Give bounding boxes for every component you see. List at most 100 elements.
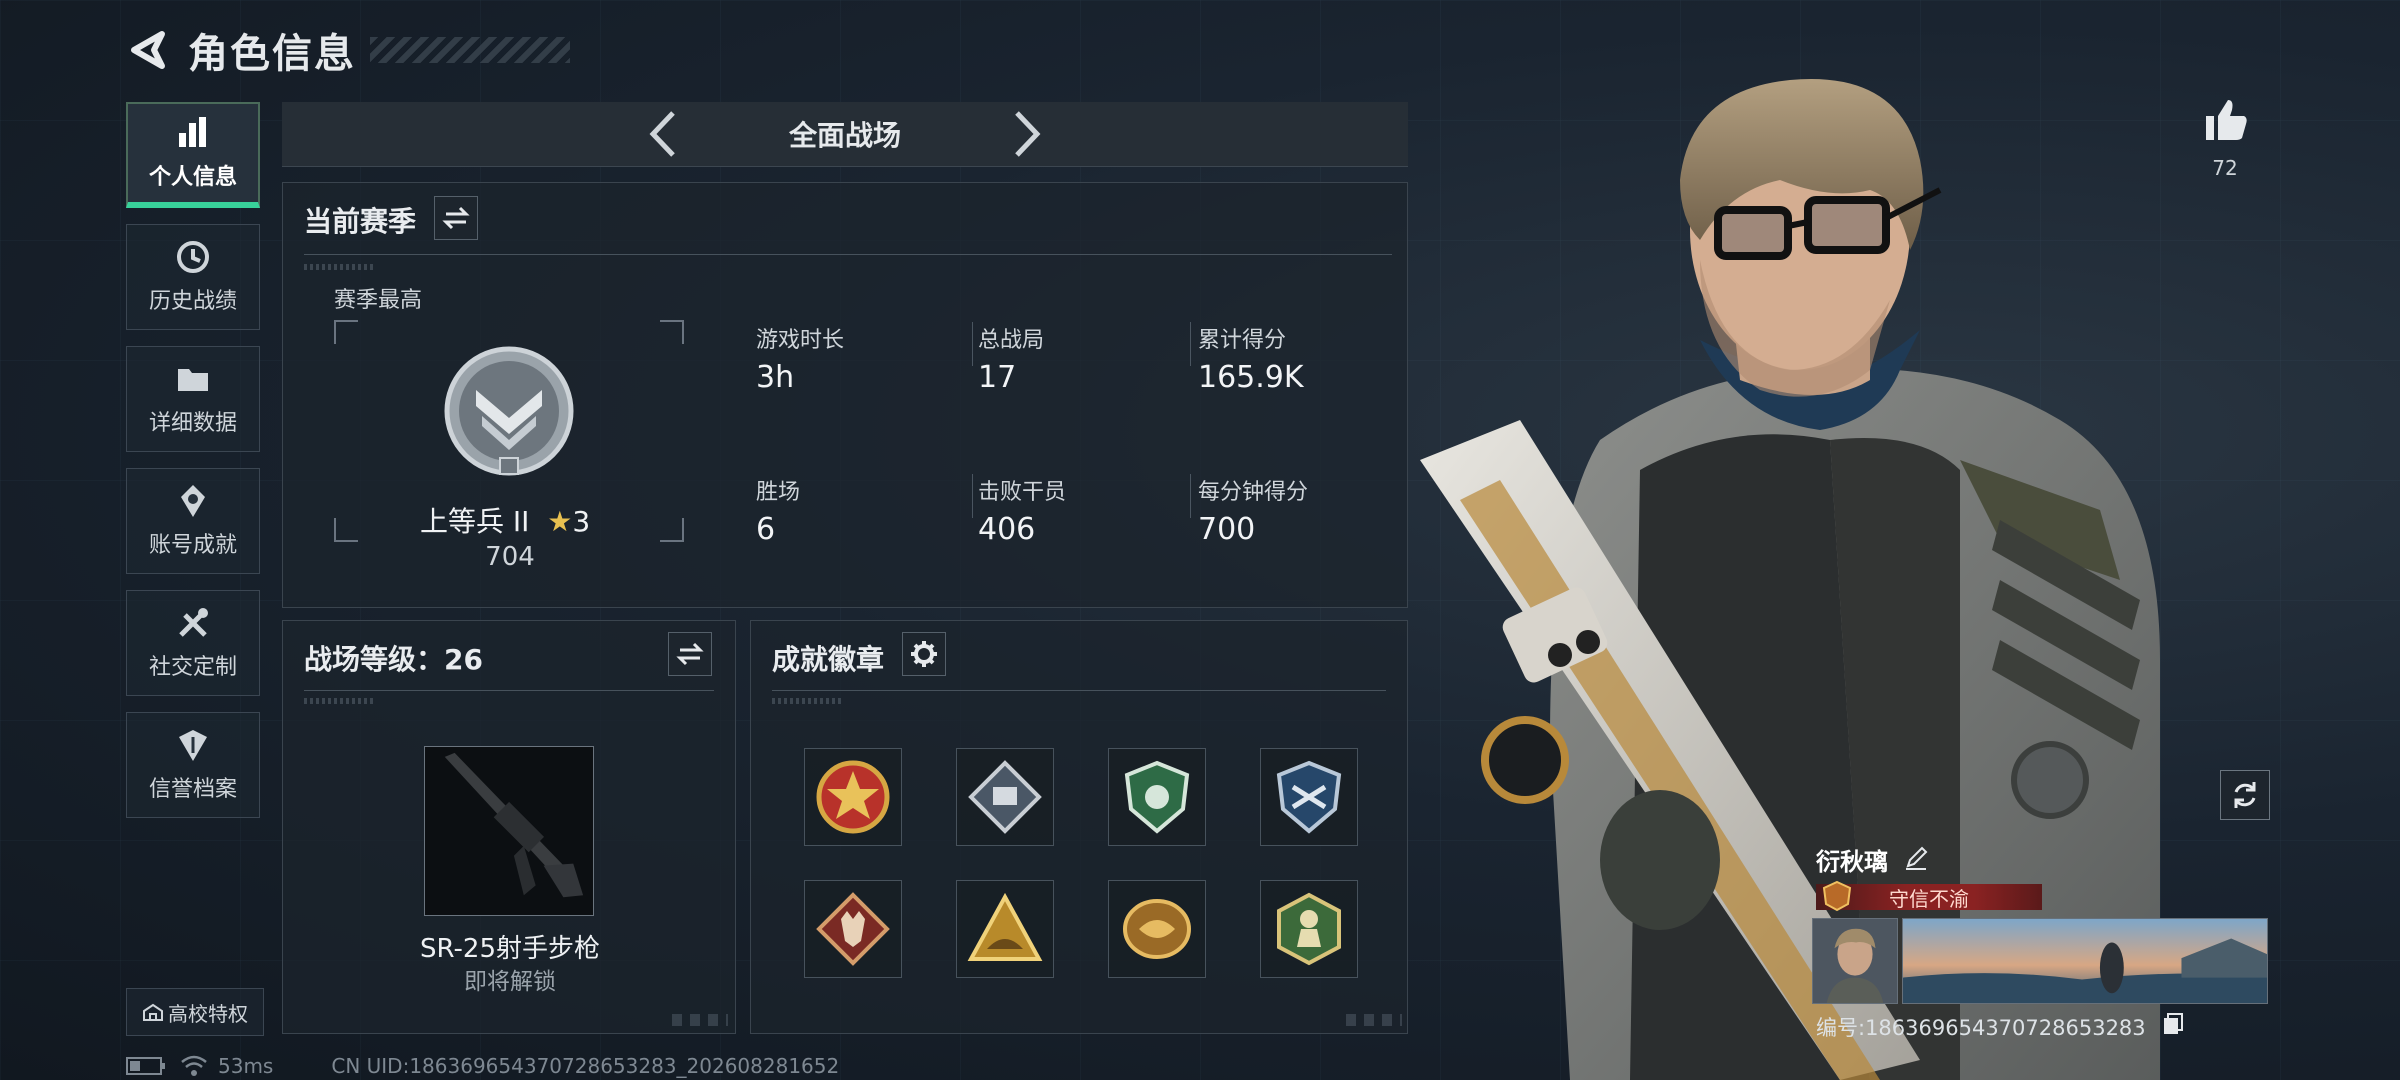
campus-icon [143,1003,163,1021]
player-banner[interactable] [1902,918,2268,1004]
dash-decoration [772,698,842,704]
rank-score: 704 [485,542,535,572]
stat-value: 17 [978,360,1017,395]
refresh-icon [2234,782,2256,808]
achievements-title: 成就徽章 [772,643,885,676]
tag-emblem-icon [1822,880,1852,912]
avatar[interactable] [1812,918,1898,1004]
tools-icon [179,608,208,637]
sidebar-item-achievements[interactable]: 账号成就 [126,468,260,574]
gear-icon [911,641,937,667]
sidebar-item-label: 个人信息 [148,165,237,190]
weapon-status: 即将解锁 [464,969,556,995]
sidebar-item-social[interactable]: 社交定制 [126,590,260,696]
gold-beast-icon [1123,899,1191,959]
medal-triangle[interactable] [956,880,1054,978]
rank-name: 上等兵 II ★3 [420,500,590,540]
chevron-right-icon[interactable] [1011,109,1045,159]
swap-icon [442,206,470,230]
star-medal-icon [816,760,890,834]
battle-level-title: 战场等级：26 [304,643,483,676]
stat-value: 700 [1198,512,1256,547]
achievements-settings-button[interactable] [902,632,946,676]
stat-value: 406 [978,512,1036,547]
thumbs-up-icon [2206,100,2247,140]
stat-label: 累计得分 [1198,328,1287,353]
stat-label: 击败干员 [978,480,1067,505]
stat-label: 胜场 [756,480,801,505]
page-title: 角色信息 [188,31,356,77]
sidebar-item-details[interactable]: 详细数据 [126,346,260,452]
edit-icon[interactable] [1904,846,1928,870]
title-decoration [370,37,570,63]
back-arrow-icon[interactable] [126,28,170,72]
weapon-image[interactable] [424,746,594,916]
stat-separator [972,474,973,518]
season-swap-button[interactable] [434,196,478,240]
sidebar-item-history[interactable]: 历史战绩 [126,224,260,330]
season-best-label: 赛季最高 [334,288,423,313]
wifi-icon [181,1055,207,1076]
status-bar: 53ms CN UID:18636965437072865328​3_20260… [126,1054,839,1078]
sidebar-item-label: 历史战绩 [148,289,237,314]
campus-privilege-button[interactable]: 高校特权 [126,988,264,1036]
sidebar-item-label: 社交定制 [148,655,237,680]
mode-selector: 全面战场 [282,102,1408,167]
mode-title: 全面战场 [788,119,901,152]
sidebar-item-credit[interactable]: 信誉档案 [126,712,260,818]
green-shield-icon [1124,760,1190,834]
refresh-button[interactable] [2220,770,2270,820]
medal-gold-beast[interactable] [1108,880,1206,978]
sidebar-item-label: 信誉档案 [148,777,237,802]
wolf-medal-icon [816,892,890,966]
ping-value: 53ms [218,1054,274,1078]
uid-text: CN UID:18636965437072865328​3_2026082816… [331,1054,840,1078]
stat-label: 每分钟得分 [1198,480,1309,505]
rank-name-text: 上等兵 II [420,505,530,538]
swap-icon [676,642,704,666]
chevron-left-icon[interactable] [645,109,679,159]
sidebar-item-profile[interactable]: 个人信息 [126,102,260,208]
sidebar: 个人信息 历史战绩 详细数据 账号成就 社交定制 信誉档案 [126,102,262,834]
medal-green-shield[interactable] [1108,748,1206,846]
campus-label: 高校特权 [168,1001,248,1026]
header: 角色信息 [126,20,570,80]
green-soldier-icon [1277,892,1341,966]
blue-cross-icon [1276,760,1342,834]
folder-icon [178,369,208,391]
medal-star-badge[interactable] [804,748,902,846]
achievements-divider [772,690,1386,691]
star-icon: ★ [538,505,573,538]
stat-separator [1190,474,1191,518]
medal-wolf[interactable] [804,880,902,978]
player-name: 衍秋璃 [1816,848,1888,876]
medal-green-soldier[interactable] [1260,880,1358,978]
season-divider [304,254,1392,255]
stat-separator [1190,322,1191,366]
battery-icon [126,1057,165,1075]
medal-diamond-tank[interactable] [956,748,1054,846]
rank-stars: 3 [572,505,591,538]
player-title-text: 守信不渝 [1889,886,1969,911]
diamond-medal-icon [968,760,1042,834]
sidebar-item-label: 账号成就 [148,533,237,558]
sidebar-item-label: 详细数据 [148,411,237,436]
stat-value: 3h [756,360,795,395]
weapon-name: SR-25射手步枪 [420,934,600,964]
rifle-icon [444,752,584,898]
stat-value: 6 [756,512,776,547]
stat-label: 总战局 [978,328,1045,353]
copy-icon[interactable] [2162,1012,2184,1036]
season-title: 当前赛季 [304,205,417,238]
battle-level-divider [304,690,714,691]
history-icon [177,241,209,273]
stat-value: 165.9K [1198,360,1304,395]
stat-separator [972,322,973,366]
dash-decoration [304,698,374,704]
stat-label: 游戏时长 [756,328,845,353]
player-id: 编号:1863696543707286532​83 [1816,1016,2146,1040]
dash-decoration [304,264,374,270]
battle-level-swap-button[interactable] [668,632,712,676]
like-widget[interactable]: 72 [2200,94,2250,180]
medal-blue-cross[interactable] [1260,748,1358,846]
